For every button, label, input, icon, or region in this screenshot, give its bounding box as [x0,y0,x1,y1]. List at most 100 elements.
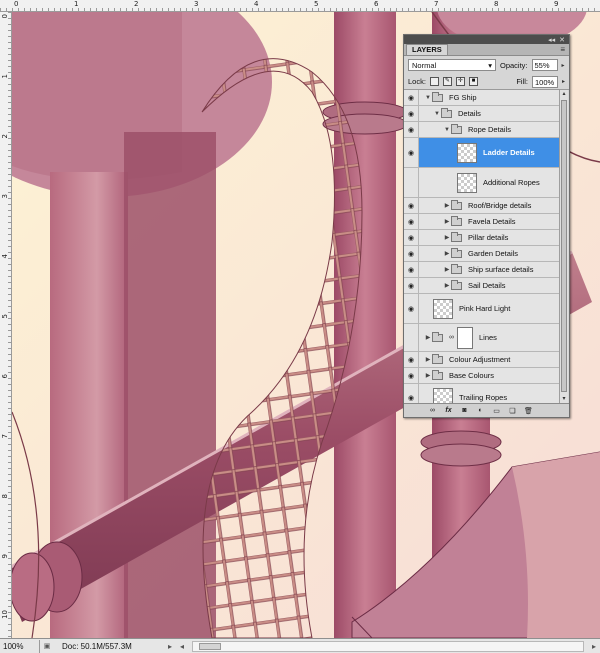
visibility-eye-icon[interactable]: ◉ [404,278,419,293]
ruler-number: 4 [1,254,9,259]
layer-row[interactable]: ◉ ▶ Base Colours [404,368,560,384]
expand-triangle-icon[interactable]: ▶ [424,356,432,363]
status-menu-arrow-icon[interactable]: ▸ [164,642,176,651]
layer-name: Details [458,109,481,118]
expand-triangle-icon[interactable]: ▶ [424,334,432,341]
layer-row[interactable]: ◉ ▼ FG Ship [404,90,560,106]
status-bar: 100% ▣ Doc: 50.1M/557.3M ▸ ◂ ▸ [0,638,600,653]
new-group-icon[interactable]: ▭ [492,406,501,415]
layer-name: Ship surface details [468,265,534,274]
expand-triangle-icon[interactable]: ▼ [443,127,451,133]
scrollbar-thumb[interactable] [561,100,567,392]
layer-row[interactable]: ◉ ▶ Roof/Bridge details [404,198,560,214]
ruler-number: 4 [254,0,259,8]
lock-transparent-pixels-icon[interactable] [429,77,439,86]
visibility-eye-icon[interactable]: ◉ [404,168,419,197]
layer-name: Trailing Ropes [459,393,508,402]
lock-position-icon[interactable]: ✛ [455,77,465,86]
scroll-up-icon[interactable]: ▴ [560,90,568,99]
visibility-eye-icon[interactable]: ◉ [404,368,419,383]
delete-layer-icon[interactable]: 🗑 [524,406,533,415]
visibility-eye-icon[interactable]: ◉ [404,384,419,404]
layer-row[interactable]: ◉ ▼ Rope Details [404,122,560,138]
fill-slider-arrow-icon[interactable]: ▸ [562,78,565,85]
layer-row[interactable]: ◉ Trailing Ropes [404,384,560,404]
lock-fill-row: Lock: ✎ ✛ ■ Fill: 100% ▸ [404,74,569,90]
expand-triangle-icon[interactable]: ▶ [443,250,451,257]
opacity-slider-arrow-icon[interactable]: ▸ [562,62,565,69]
ruler-number: 5 [1,314,9,319]
layer-row[interactable]: ◉ ▶ Sail Details [404,278,560,294]
layer-row[interactable]: ◉ ▶ Garden Details [404,246,560,262]
visibility-eye-icon[interactable]: ◉ [404,106,419,121]
lock-all-icon[interactable]: ■ [468,77,478,86]
layer-row[interactable]: ◉ ▶ Colour Adjustment [404,352,560,368]
layer-name: Garden Details [468,249,519,258]
layer-row[interactable]: ◉ ▶ Favela Details [404,214,560,230]
scroll-left-icon[interactable]: ◂ [176,642,188,651]
layer-row[interactable]: ◉ Additional Ropes [404,168,560,198]
adjustment-layer-icon[interactable]: ◐ [476,406,485,415]
expand-triangle-icon[interactable]: ▶ [424,372,432,379]
ruler-number: 2 [134,0,139,8]
horizontal-ruler: 0 1 2 3 4 5 6 7 8 9 [0,0,600,12]
layer-row[interactable]: ◉ ▼ Details [404,106,560,122]
lock-image-pixels-icon[interactable]: ✎ [442,77,452,86]
visibility-eye-icon[interactable]: ◉ [404,138,419,167]
visibility-eye-icon[interactable]: ◉ [404,214,419,229]
layer-row[interactable]: ◉ Pink Hard Light [404,294,560,324]
opacity-field[interactable]: 55% [531,59,558,71]
visibility-eye-icon[interactable]: ◉ [404,352,419,367]
expand-triangle-icon[interactable]: ▶ [443,234,451,241]
zoom-level[interactable]: 100% [0,639,40,653]
visibility-eye-icon[interactable]: ◉ [404,122,419,137]
expand-triangle-icon[interactable]: ▶ [443,202,451,209]
visibility-eye-icon[interactable]: ◉ [404,246,419,261]
layer-row[interactable]: ◉ ▶ Ship surface details [404,262,560,278]
ruler-number: 9 [554,0,559,8]
expand-triangle-icon[interactable]: ▶ [443,218,451,225]
layer-row[interactable]: ◉ ▶ ∞ Lines [404,324,560,352]
layer-thumbnail [433,298,453,319]
layers-scrollbar[interactable]: ▴ ▾ [559,90,568,404]
visibility-eye-icon[interactable]: ◉ [404,324,419,351]
fill-field[interactable]: 100% [531,75,558,88]
folder-icon [451,247,462,258]
visibility-eye-icon[interactable]: ◉ [404,230,419,245]
scroll-right-icon[interactable]: ▸ [588,642,600,651]
layer-thumbnail [457,172,477,193]
layer-row[interactable]: ◉ ▶ Pillar details [404,230,560,246]
ruler-number: 7 [1,434,9,439]
layers-footer-toolbar: ∞ fx ◙ ◐ ▭ ❏ 🗑 [404,403,569,417]
layer-name: Lines [479,333,497,342]
visibility-eye-icon[interactable]: ◉ [404,198,419,213]
panel-titlebar[interactable]: ◂◂ ✕ [404,35,569,44]
expand-triangle-icon[interactable]: ▶ [443,266,451,273]
collapse-icon[interactable]: ◂◂ [548,36,555,44]
horizontal-scrollbar[interactable] [192,640,584,652]
close-icon[interactable]: ✕ [559,36,565,44]
tab-layers[interactable]: LAYERS [406,44,448,55]
link-layers-icon[interactable]: ∞ [428,406,437,415]
expand-triangle-icon[interactable]: ▶ [443,282,451,289]
new-layer-icon[interactable]: ❏ [508,406,517,415]
folder-icon [451,263,462,274]
ruler-number: 3 [1,194,9,199]
add-mask-icon[interactable]: ◙ [460,406,469,415]
ruler-number: 6 [1,374,9,379]
layer-name: Base Colours [449,371,495,380]
blend-mode-select[interactable]: Normal ▾ [408,59,496,71]
visibility-eye-icon[interactable]: ◉ [404,90,419,105]
layer-mask-thumbnail[interactable] [457,326,473,349]
scrollbar-thumb[interactable] [199,642,221,650]
layer-row-selected[interactable]: ◉ Ladder Details [404,138,560,168]
expand-triangle-icon[interactable]: ▼ [433,111,441,117]
visibility-eye-icon[interactable]: ◉ [404,294,419,323]
panel-menu-icon[interactable]: ≡ [560,45,565,54]
visibility-eye-icon[interactable]: ◉ [404,262,419,277]
layer-style-icon[interactable]: fx [444,406,453,415]
expand-triangle-icon[interactable]: ▼ [424,95,432,101]
ruler-number: 8 [494,0,499,8]
mask-link-icon[interactable]: ∞ [449,334,454,341]
document-info-icon[interactable]: ▣ [40,642,54,650]
